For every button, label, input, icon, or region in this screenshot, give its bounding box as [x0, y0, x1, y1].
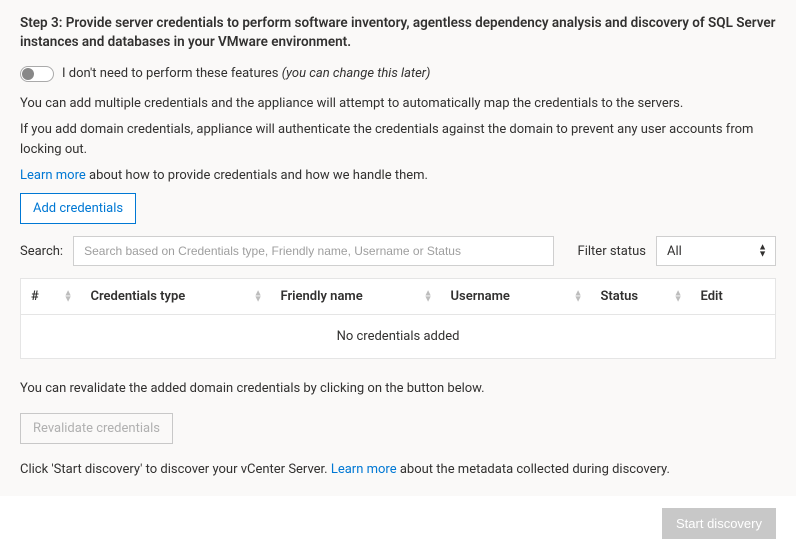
filter-status-selected: All [667, 244, 682, 259]
col-status-label: Status [601, 289, 639, 304]
skip-features-label: I don't need to perform these features (… [62, 66, 430, 81]
learn-more-discovery-link[interactable]: Learn more [331, 462, 397, 477]
col-edit: Edit [691, 279, 776, 315]
start-discovery-post: about the metadata collected during disc… [397, 462, 670, 477]
sort-icon: ▲▼ [674, 290, 683, 303]
col-credentials-type[interactable]: Credentials type ▲▼ [81, 279, 271, 315]
col-number-label: # [31, 289, 39, 304]
col-edit-label: Edit [701, 289, 723, 304]
search-filter-row: Search: Filter status All ▲▼ [20, 236, 776, 266]
sort-icon: ▲▼ [254, 290, 263, 303]
col-friendly-name-label: Friendly name [281, 289, 363, 304]
col-credentials-type-label: Credentials type [91, 289, 186, 304]
step3-panel: Step 3: Provide server credentials to pe… [0, 0, 796, 496]
col-status[interactable]: Status ▲▼ [591, 279, 691, 315]
start-discovery-pre: Click 'Start discovery' to discover your… [20, 462, 331, 477]
col-number[interactable]: # ▲▼ [21, 279, 81, 315]
skip-features-label-note: (you can change this later) [282, 66, 431, 81]
start-discovery-button[interactable]: Start discovery [662, 508, 776, 539]
learn-more-credentials-link[interactable]: Learn more [20, 168, 86, 183]
info-para-1: You can add multiple credentials and the… [20, 94, 776, 114]
col-username[interactable]: Username ▲▼ [441, 279, 591, 315]
no-credentials-text: No credentials added [21, 315, 776, 359]
revalidate-section: You can revalidate the added domain cred… [20, 379, 776, 460]
table-empty-row: No credentials added [21, 315, 776, 359]
info-para-2: If you add domain credentials, appliance… [20, 120, 776, 160]
table-header-row: # ▲▼ Credentials type ▲▼ Friendly name ▲… [21, 279, 776, 315]
learn-more-credentials-rest: about how to provide credentials and how… [86, 168, 428, 183]
col-friendly-name[interactable]: Friendly name ▲▼ [271, 279, 441, 315]
updown-icon: ▲▼ [758, 245, 767, 258]
sort-icon: ▲▼ [64, 290, 73, 303]
skip-features-toggle[interactable] [20, 66, 54, 82]
credentials-table: # ▲▼ Credentials type ▲▼ Friendly name ▲… [20, 278, 776, 359]
search-label: Search: [20, 244, 63, 259]
learn-more-row: Learn more about how to provide credenti… [20, 168, 776, 183]
filter-status-select[interactable]: All ▲▼ [656, 236, 776, 266]
sort-icon: ▲▼ [574, 290, 583, 303]
step-title: Step 3: Provide server credentials to pe… [20, 14, 776, 52]
filter-status-label: Filter status [578, 244, 646, 259]
col-username-label: Username [451, 289, 510, 304]
sort-icon: ▲▼ [424, 290, 433, 303]
skip-features-row: I don't need to perform these features (… [20, 66, 776, 82]
search-input[interactable] [73, 236, 553, 266]
skip-features-label-main: I don't need to perform these features [62, 66, 282, 81]
revalidate-text: You can revalidate the added domain cred… [20, 379, 776, 399]
revalidate-credentials-button: Revalidate credentials [20, 413, 173, 444]
add-credentials-button[interactable]: Add credentials [20, 193, 136, 224]
footer-bar: Start discovery [0, 496, 796, 551]
start-discovery-text: Click 'Start discovery' to discover your… [20, 460, 776, 480]
